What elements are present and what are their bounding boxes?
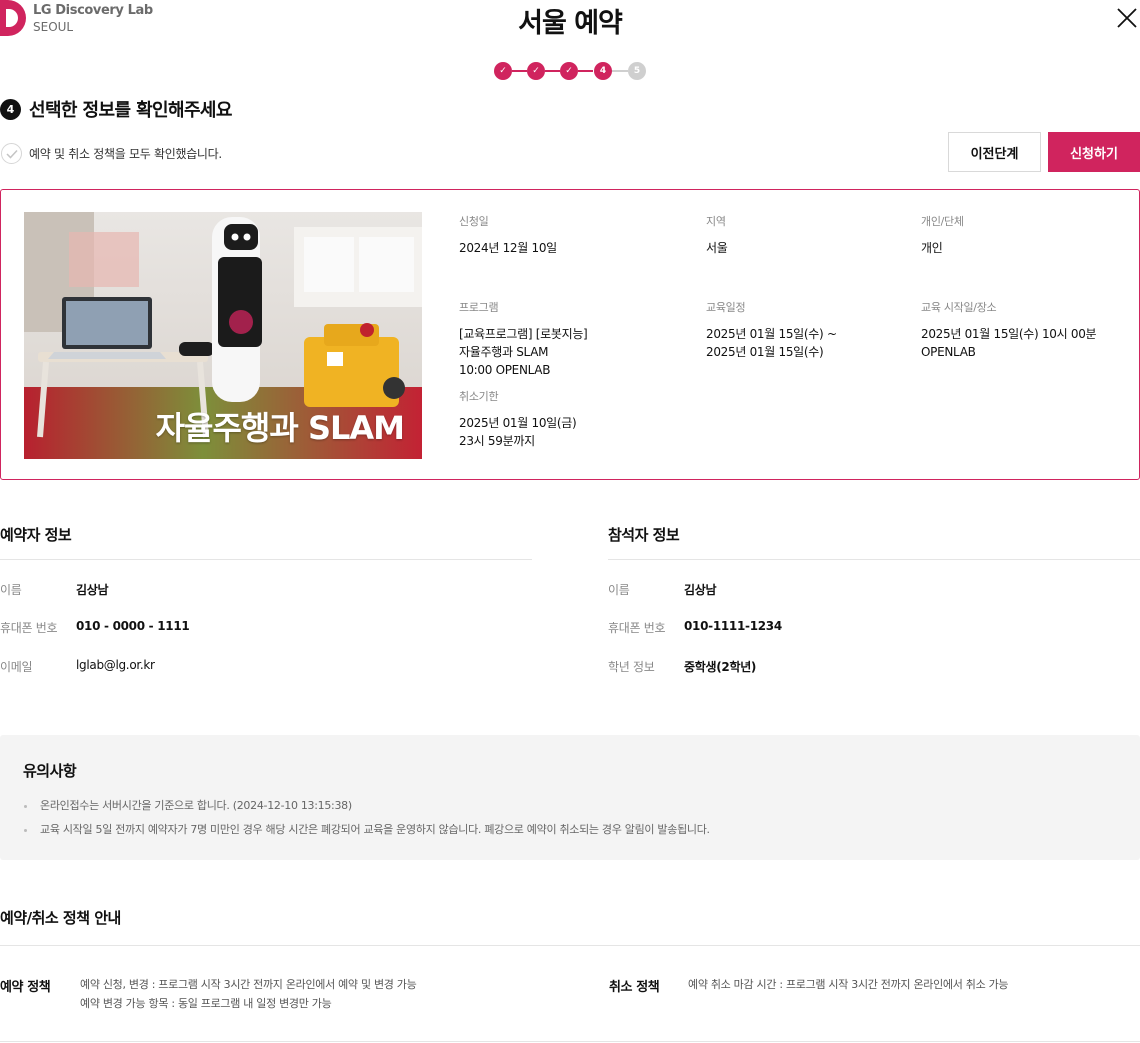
section-title: 선택한 정보를 확인해주세요 bbox=[29, 100, 232, 121]
close-button[interactable] bbox=[1116, 7, 1138, 29]
step-5-pending: 5 bbox=[628, 62, 646, 80]
reserver-info-title: 예약자 정보 bbox=[0, 526, 72, 544]
step-4-current: 4 bbox=[594, 62, 612, 80]
prev-step-button[interactable]: 이전단계 bbox=[948, 132, 1041, 172]
field-value: 2025년 01월 15일(수) ~ 2025년 01월 15일(수) bbox=[706, 327, 837, 359]
program-summary-card: 자율주행과 SLAM 신청일 2024년 12월 10일 지역 서울 개인/단체… bbox=[0, 189, 1140, 480]
submit-button[interactable]: 신청하기 bbox=[1048, 132, 1140, 172]
notice-item: 온라인접수는 서버시간을 기준으로 합니다. (2024-12-10 13:15… bbox=[23, 794, 710, 818]
reserver-info: 예약자 정보 이름 김상남 휴대폰 번호 010 - 0000 - 1111 이메일… bbox=[0, 524, 532, 674]
field-value: 서울 bbox=[706, 241, 728, 255]
field-apply-date: 신청일 2024년 12월 10일 bbox=[459, 213, 557, 257]
step-connector bbox=[611, 70, 628, 72]
program-thumbnail-title: 자율주행과 SLAM bbox=[155, 409, 405, 447]
step-connector bbox=[578, 70, 593, 72]
field-schedule: 교육일정 2025년 01월 15일(수) ~ 2025년 01월 15일(수) bbox=[706, 299, 837, 361]
section-number: 4 bbox=[0, 98, 21, 120]
divider bbox=[608, 559, 1140, 560]
info-row-phone: 휴대폰 번호 010-1111-1234 bbox=[608, 619, 782, 635]
policy-agree-checkbox[interactable]: 예약 및 취소 정책을 모두 확인했습니다. bbox=[1, 143, 222, 164]
field-value: 2025년 01월 10일(금) 23시 59분까지 bbox=[459, 416, 577, 448]
check-icon bbox=[1, 143, 22, 164]
field-value: 개인 bbox=[921, 241, 943, 255]
close-icon bbox=[1117, 8, 1137, 28]
step-indicator: ✓ ✓ ✓ 4 5 bbox=[494, 62, 646, 80]
divider bbox=[0, 945, 1140, 946]
section-heading: 4 선택한 정보를 확인해주세요 bbox=[0, 96, 232, 122]
info-row-phone: 휴대폰 번호 010 - 0000 - 1111 bbox=[0, 619, 190, 635]
attendee-info: 참석자 정보 이름 김상남 휴대폰 번호 010-1111-1234 학년 정보 중학… bbox=[608, 524, 1140, 674]
info-row-grade: 학년 정보 중학생(2학년) bbox=[608, 660, 757, 674]
field-value: 2025년 01월 15일(수) 10시 00분 OPENLAB bbox=[921, 327, 1097, 359]
field-label: 지역 bbox=[706, 215, 726, 228]
divider bbox=[0, 1041, 1140, 1042]
step-2-done-check-icon: ✓ bbox=[527, 62, 545, 80]
reservation-policy-text: 예약 신청, 변경 : 프로그램 시작 3시간 전까지 온라인에서 예약 및 변… bbox=[80, 978, 417, 1010]
field-cancel-deadline: 취소기한 2025년 01월 10일(금) 23시 59분까지 bbox=[459, 388, 577, 450]
field-value: [교육프로그램] [로봇지능] 자율주행과 SLAM 10:00 OPENLAB bbox=[459, 327, 588, 377]
step-connector bbox=[545, 70, 560, 72]
step-1-done-check-icon: ✓ bbox=[494, 62, 512, 80]
notice-title: 유의사항 bbox=[23, 762, 77, 780]
cancellation-policy: 취소 정책 예약 취소 마감 시간 : 프로그램 시작 3시간 전까지 온라인에… bbox=[609, 976, 1009, 995]
policy-title: 예약/취소 정책 안내 bbox=[0, 909, 121, 927]
info-row-email: 이메일 lglab@lg.or.kr bbox=[0, 658, 155, 674]
divider bbox=[0, 559, 532, 560]
reservation-policy-label: 예약 정책 bbox=[0, 980, 51, 995]
notice-list: 온라인접수는 서버시간을 기준으로 합니다. (2024-12-10 13:15… bbox=[23, 794, 710, 842]
info-row-name: 이름 김상남 bbox=[608, 583, 717, 597]
field-label: 교육일정 bbox=[706, 301, 746, 314]
field-label: 신청일 bbox=[459, 215, 489, 228]
info-row-name: 이름 김상남 bbox=[0, 583, 109, 597]
field-start-place: 교육 시작일/장소 2025년 01월 15일(수) 10시 00분 OPENL… bbox=[921, 299, 1097, 361]
program-thumbnail: 자율주행과 SLAM bbox=[24, 212, 422, 459]
field-label: 프로그램 bbox=[459, 301, 499, 314]
cancellation-policy-label: 취소 정책 bbox=[609, 980, 660, 995]
field-label: 교육 시작일/장소 bbox=[921, 301, 997, 314]
policy-agree-label: 예약 및 취소 정책을 모두 확인했습니다. bbox=[29, 147, 222, 161]
cancellation-policy-text: 예약 취소 마감 시간 : 프로그램 시작 3시간 전까지 온라인에서 취소 가… bbox=[688, 978, 1009, 991]
attendee-info-title: 참석자 정보 bbox=[608, 526, 680, 544]
reservation-policy: 예약 정책 예약 신청, 변경 : 프로그램 시작 3시간 전까지 온라인에서 … bbox=[0, 976, 417, 1013]
page-title: 서울 예약 bbox=[518, 8, 623, 39]
field-value: 2024년 12월 10일 bbox=[459, 241, 557, 255]
field-label: 개인/단체 bbox=[921, 215, 964, 228]
step-3-done-check-icon: ✓ bbox=[560, 62, 578, 80]
step-connector bbox=[512, 70, 527, 72]
field-program: 프로그램 [교육프로그램] [로봇지능] 자율주행과 SLAM 10:00 OP… bbox=[459, 299, 588, 379]
field-label: 취소기한 bbox=[459, 390, 499, 403]
notice-item: 교육 시작일 5일 전까지 예약자가 7명 미만인 경우 해당 시간은 폐강되어… bbox=[23, 818, 710, 842]
field-region: 지역 서울 bbox=[706, 213, 728, 257]
notice-box: 유의사항 온라인접수는 서버시간을 기준으로 합니다. (2024-12-10 … bbox=[0, 735, 1140, 860]
field-type: 개인/단체 개인 bbox=[921, 213, 964, 257]
